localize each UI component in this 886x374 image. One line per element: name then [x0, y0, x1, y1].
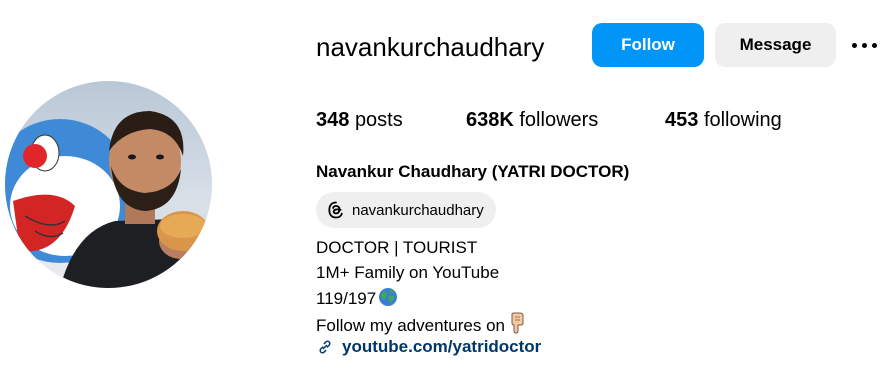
follow-button[interactable]: Follow	[592, 23, 704, 67]
posts-count: 348	[316, 109, 350, 131]
link-url: youtube.com/yatridoctor	[342, 337, 542, 356]
more-options-icon[interactable]	[852, 33, 886, 57]
threads-icon	[328, 201, 343, 219]
profile-photo	[5, 81, 212, 288]
message-button-label: Message	[739, 35, 812, 54]
followers-label: followers	[519, 109, 599, 131]
bio-line-3: 119/197	[316, 287, 398, 310]
globe-emoji-icon	[379, 288, 398, 306]
followers-count: 638K	[466, 109, 514, 131]
following-stat[interactable]: 453 following	[665, 108, 782, 132]
followers-stat[interactable]: 638K followers	[466, 108, 598, 132]
bio-line-4-text: Follow my adventures on	[316, 316, 505, 335]
username: navankurchaudhary	[316, 32, 545, 62]
pointing-down-emoji-icon	[511, 312, 524, 334]
bio-line-3-text: 119/197	[316, 289, 377, 308]
full-name: Navankur Chaudhary (YATRI DOCTOR)	[316, 162, 630, 181]
bio-line-2: 1M+ Family on YouTube	[316, 263, 500, 282]
threads-handle: navankurchaudhary	[352, 201, 484, 219]
bio-line-4: Follow my adventures on	[316, 312, 527, 337]
link-icon	[319, 340, 331, 354]
external-link[interactable]: youtube.com/yatridoctor	[316, 337, 541, 357]
message-button[interactable]: Message	[715, 23, 836, 67]
posts-label: posts	[354, 109, 403, 131]
follow-button-label: Follow	[621, 35, 675, 54]
posts-stat: 348 posts	[316, 108, 403, 132]
following-label: following	[703, 109, 782, 131]
bio-line-1: DOCTOR | TOURIST	[316, 238, 478, 257]
threads-badge[interactable]: navankurchaudhary	[316, 192, 496, 228]
following-count: 453	[665, 109, 699, 131]
avatar[interactable]	[5, 81, 212, 288]
